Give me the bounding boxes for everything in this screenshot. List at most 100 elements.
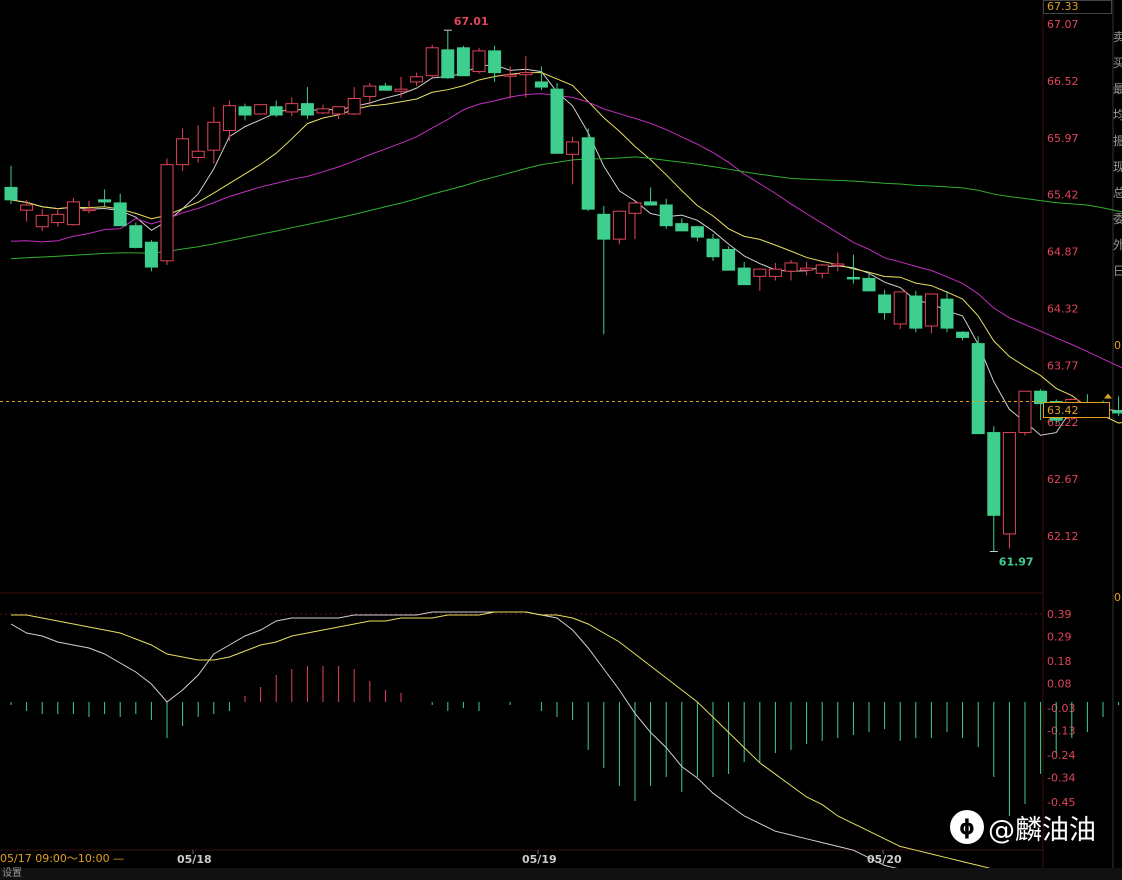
candle-body — [472, 50, 486, 73]
candle-body — [285, 103, 299, 113]
candle-body — [706, 238, 720, 258]
macd-tick-label: -0.24 — [1047, 749, 1075, 762]
candle-body — [800, 267, 814, 271]
candle-body — [425, 47, 439, 77]
candle-body — [924, 293, 938, 327]
current-price-marker-icon — [1104, 393, 1112, 399]
price-tick-label: 66.52 — [1047, 75, 1079, 88]
candle-body — [566, 141, 580, 155]
date-label: 05/18 — [177, 853, 212, 866]
candle-body — [831, 263, 845, 266]
candle-body — [659, 204, 673, 227]
price-tick-label: 62.67 — [1047, 473, 1079, 486]
candle-body — [612, 210, 626, 240]
candle-body — [503, 74, 517, 77]
candle-body — [316, 108, 330, 114]
price-tick-label: 62.12 — [1047, 530, 1079, 543]
date-label: 05/19 — [522, 853, 557, 866]
candle-body — [909, 295, 923, 329]
candle-body — [410, 76, 424, 83]
price-tick-label: 63.77 — [1047, 359, 1079, 372]
candle-body — [940, 298, 954, 329]
low-price-label: 61.97 — [999, 556, 1034, 569]
candle-body — [378, 85, 392, 91]
candle-body — [753, 268, 767, 277]
candle-body — [768, 268, 782, 277]
candle-body — [690, 226, 704, 238]
settings-label[interactable]: 设置 — [2, 868, 22, 879]
zero-marker-top: 0 — [1114, 339, 1121, 352]
price-tick-label: 67.07 — [1047, 18, 1079, 31]
candle-body — [956, 331, 970, 338]
candle-body — [191, 150, 205, 158]
candle-body — [394, 88, 408, 92]
candle-body — [160, 164, 174, 262]
candle-body — [737, 267, 751, 286]
macd-tick-label: 0.08 — [1047, 677, 1072, 690]
candle-body — [82, 208, 96, 212]
macd-tick-label: 0.18 — [1047, 655, 1072, 668]
candle-body — [722, 248, 736, 271]
candle-body — [628, 202, 642, 214]
candle-body — [815, 264, 829, 274]
candle-body — [207, 121, 221, 151]
candle-body — [1002, 432, 1016, 535]
candle-body — [363, 85, 377, 97]
candle-body — [269, 106, 283, 116]
candle-body — [519, 72, 533, 76]
candle-body — [534, 81, 548, 88]
candle-body — [129, 225, 143, 248]
candle-body — [784, 262, 798, 272]
candle-body — [893, 291, 907, 325]
current-price-box: 63.42 — [1043, 402, 1110, 418]
candle-body — [675, 223, 689, 232]
price-tick-label: 65.97 — [1047, 132, 1079, 145]
brand-logo-icon: ϕ — [950, 810, 984, 844]
price-tick-label: 65.42 — [1047, 189, 1079, 202]
ma-magenta-line — [10, 93, 1122, 369]
macd-tick-label: -0.13 — [1047, 724, 1075, 737]
settings-bar[interactable]: 设置 — [0, 868, 1122, 880]
candle-body — [222, 105, 236, 132]
candle-body — [238, 106, 252, 116]
candle-body — [300, 103, 314, 116]
candle-body — [254, 104, 268, 115]
candle-body — [332, 106, 346, 115]
candle-body — [1018, 390, 1032, 434]
candle-body — [862, 277, 876, 292]
candle-body — [4, 186, 18, 201]
candle-body — [176, 138, 190, 166]
candle-body — [597, 213, 611, 240]
candle-body — [35, 214, 49, 228]
macd-tick-label: 0.39 — [1047, 608, 1072, 621]
candle-body — [113, 202, 127, 227]
macd-tick-label: -0.34 — [1047, 771, 1075, 784]
candle-body — [347, 97, 361, 115]
ma-yellow-line — [10, 72, 1122, 424]
candle-body — [144, 241, 158, 268]
candle-body — [644, 201, 658, 206]
candle-body — [987, 432, 1001, 516]
zero-marker-bottom: 0 — [1114, 591, 1121, 604]
candle-body — [456, 47, 470, 77]
kline-chart[interactable]: 67.0766.5265.9765.4264.8764.3263.7763.22… — [0, 0, 1122, 880]
macd-tick-label: -0.03 — [1047, 702, 1075, 715]
candle-body — [581, 137, 595, 210]
high-price-label: 67.01 — [454, 15, 489, 28]
side-panel-labels: 卖买最均振现总委外日 — [1113, 30, 1122, 278]
candle-body — [66, 201, 80, 226]
price-tick-label: 64.87 — [1047, 246, 1079, 259]
price-tick-label: 64.32 — [1047, 302, 1079, 315]
candle-body — [488, 50, 502, 74]
candle-body — [20, 204, 34, 211]
candle-body — [98, 199, 112, 203]
macd-tick-label: 0.29 — [1047, 630, 1072, 643]
watermark-text: @麟油油 — [988, 814, 1096, 846]
time-range-label[interactable]: 05/17 09:00～10:00 — — [0, 851, 124, 867]
candle-body — [51, 213, 65, 224]
candle-body — [971, 343, 985, 435]
candle-body — [878, 294, 892, 314]
watermark: ϕ @麟油油 — [950, 806, 1120, 848]
candle-body — [441, 49, 455, 79]
ma-green-line — [10, 156, 1122, 260]
